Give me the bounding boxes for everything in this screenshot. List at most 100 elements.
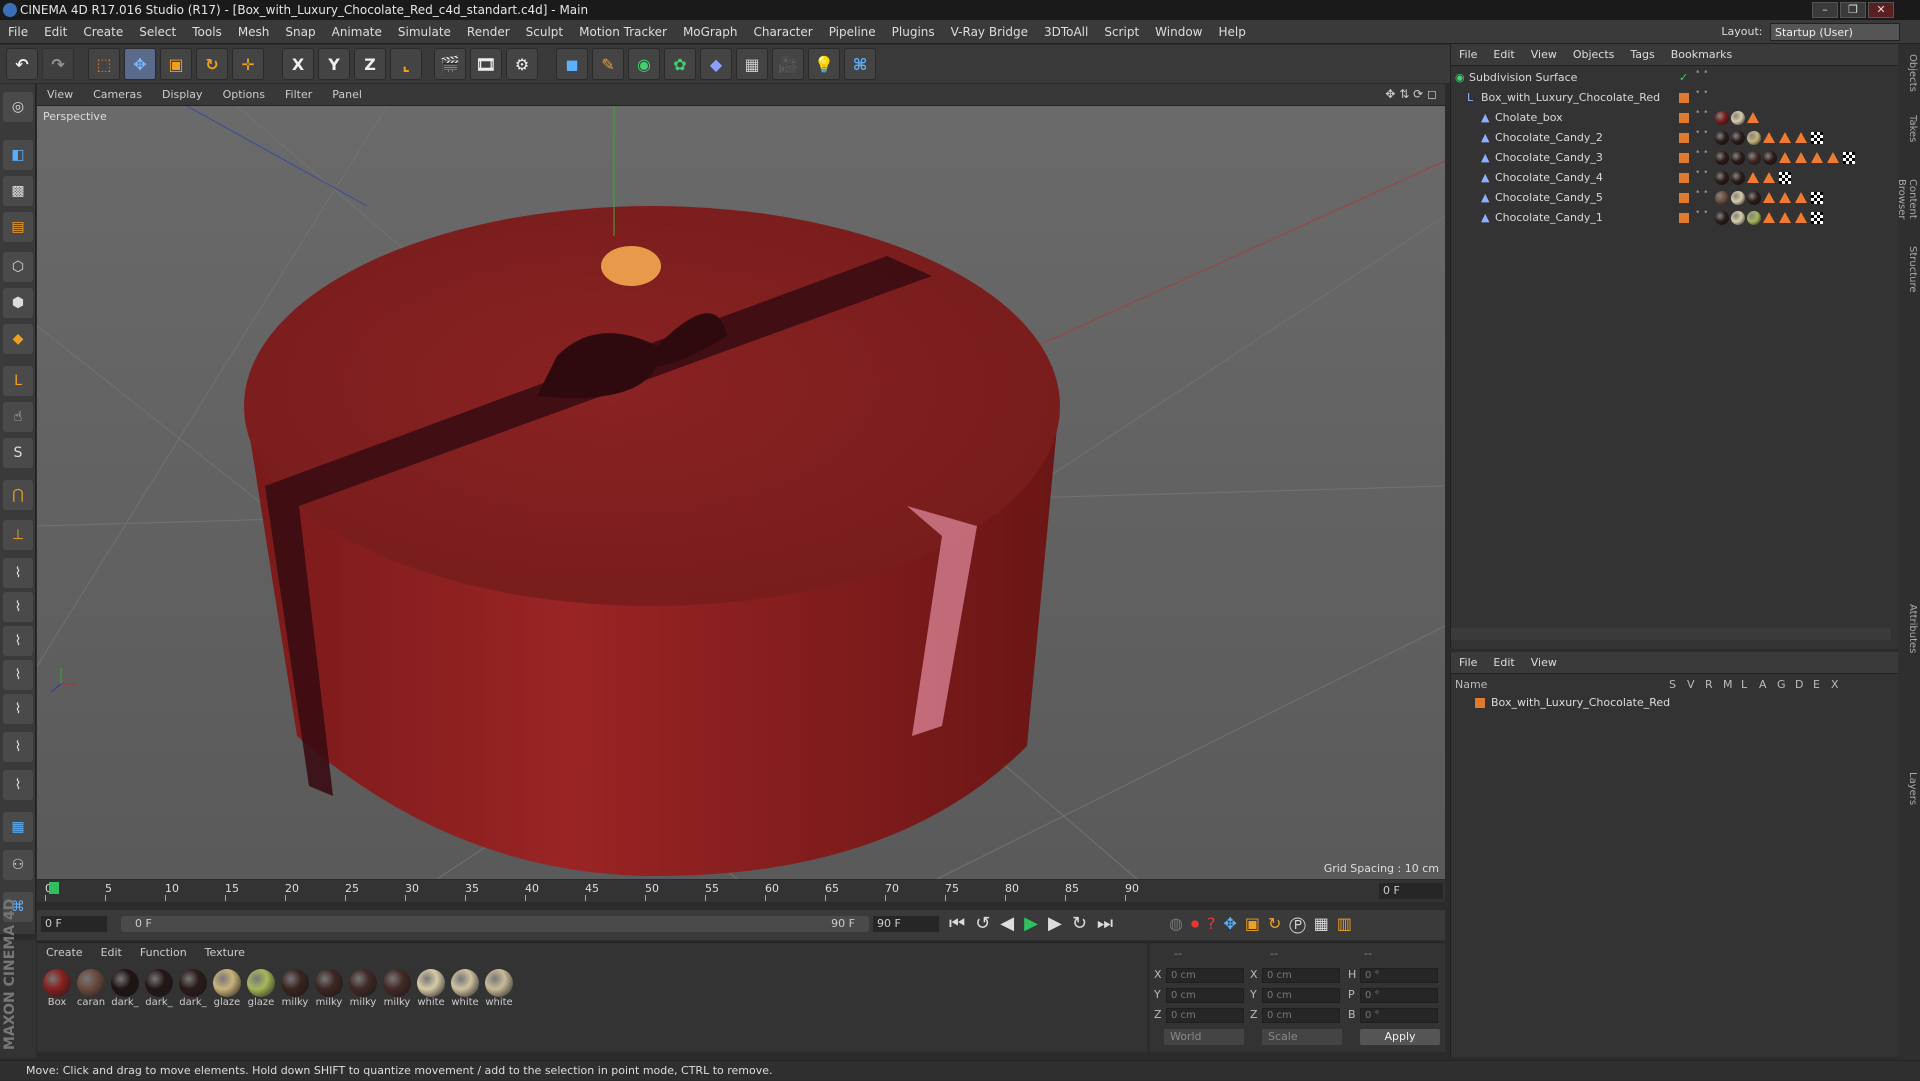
layout-select[interactable]: Startup (User) (1770, 23, 1900, 41)
layer-column-header[interactable]: V (1687, 678, 1695, 691)
minimize-button[interactable]: – (1812, 2, 1838, 18)
next-frame-icon[interactable]: ▶ (1048, 913, 1072, 934)
x-axis-lock-button[interactable]: X (282, 48, 314, 80)
material-swatch[interactable]: white (449, 969, 481, 1008)
layer-column-header[interactable]: A (1759, 678, 1767, 691)
material-tag-icon[interactable] (1731, 211, 1745, 225)
keyframe-controls[interactable]: ◍⏺?✥▣↻Ⓟ▦▥ (1169, 914, 1360, 934)
scale-tool-icon[interactable]: ▣ (160, 48, 192, 80)
menu-simulate[interactable]: Simulate (390, 20, 459, 44)
playback-controls[interactable]: ⏮↺◀▶▶↻⏭ (949, 913, 1123, 934)
material-tag-icon[interactable] (1715, 131, 1729, 145)
coord-field[interactable]: 0 cm (1166, 988, 1244, 1003)
layer-column-header[interactable]: L (1741, 678, 1747, 691)
menu-script[interactable]: Script (1096, 20, 1147, 44)
layer-menu-view[interactable]: View (1523, 652, 1565, 674)
undo-icon[interactable]: ↶ (6, 48, 38, 80)
material-swatch[interactable]: white (483, 969, 515, 1008)
visibility-dots-icon[interactable]: • • (1695, 189, 1708, 198)
key-rotation-icon[interactable]: ↻ (1268, 914, 1289, 933)
go-to-end-icon[interactable]: ⏭ (1097, 913, 1123, 934)
object-menu-edit[interactable]: Edit (1485, 44, 1522, 66)
menu-window[interactable]: Window (1147, 20, 1210, 44)
playhead[interactable] (49, 882, 59, 894)
material-tag-icon[interactable] (1747, 211, 1761, 225)
mograph-cloner-icon[interactable]: ✿ (664, 48, 696, 80)
object-menu-objects[interactable]: Objects (1565, 44, 1623, 66)
material-menu-create[interactable]: Create (37, 943, 92, 963)
uvw-tag-icon[interactable] (1811, 132, 1823, 144)
auto-key-icon[interactable]: ? (1207, 914, 1224, 933)
cube-primitive-icon[interactable]: ◼ (556, 48, 588, 80)
rotate-tool-icon[interactable]: ↻ (196, 48, 228, 80)
object-row[interactable]: ◉ Subdivision Surface ✓ • • (1451, 68, 1899, 88)
visibility-dots-icon[interactable]: • • (1695, 129, 1708, 138)
object-row[interactable]: ▲ Chocolate_Candy_5 • • (1451, 188, 1899, 208)
menu-render[interactable]: Render (459, 20, 518, 44)
material-menu-texture[interactable]: Texture (196, 943, 254, 963)
phong-tag-icon[interactable] (1763, 172, 1775, 183)
visibility-dots-icon[interactable]: • • (1695, 209, 1708, 218)
material-swatch[interactable]: glaze (245, 969, 277, 1008)
layer-column-header[interactable]: M (1723, 678, 1733, 691)
edges-mode-icon[interactable]: ⬢ (3, 288, 33, 318)
material-tag-icon[interactable] (1731, 191, 1745, 205)
object-menu-bookmarks[interactable]: Bookmarks (1663, 44, 1740, 66)
menu-snap[interactable]: Snap (277, 20, 323, 44)
brush-tool-4-icon[interactable]: ⌇ (3, 660, 33, 690)
y-axis-lock-button[interactable]: Y (318, 48, 350, 80)
phong-tag-icon[interactable] (1795, 212, 1807, 223)
subdivision-surface-icon[interactable]: ◉ (628, 48, 660, 80)
deformer-icon[interactable]: ◆ (700, 48, 732, 80)
material-swatch[interactable]: white (415, 969, 447, 1008)
side-tab-objects[interactable]: Objects (1900, 48, 1918, 98)
object-hscrollbar[interactable] (1451, 628, 1891, 640)
menu-3dtoall[interactable]: 3DToAll (1036, 20, 1096, 44)
menu-sculpt[interactable]: Sculpt (518, 20, 571, 44)
floor-icon[interactable]: ▦ (736, 48, 768, 80)
menu-file[interactable]: File (0, 20, 36, 44)
camera-icon[interactable]: 🎥 (772, 48, 804, 80)
play-icon[interactable]: ▶ (1024, 913, 1048, 934)
material-swatch[interactable]: milky (279, 969, 311, 1008)
layer-menu-edit[interactable]: Edit (1485, 652, 1522, 674)
viewport-menu-cameras[interactable]: Cameras (83, 84, 152, 106)
axis-mode-icon[interactable]: L (3, 366, 33, 396)
brush-tool-3-icon[interactable]: ⌇ (3, 626, 33, 656)
texture-mode-icon[interactable]: ▩ (3, 176, 33, 206)
record-icon[interactable]: ⏺ (1191, 914, 1207, 933)
layer-color-dot[interactable] (1679, 153, 1689, 163)
visibility-dots-icon[interactable]: • • (1695, 169, 1708, 178)
coord-field[interactable]: 0 cm (1262, 988, 1340, 1003)
workplane-icon[interactable]: ▤ (3, 212, 33, 242)
magnet-icon[interactable]: ⋂ (3, 480, 33, 510)
side-tab-takes[interactable]: Takes (1900, 104, 1918, 154)
phong-tag-icon[interactable] (1747, 112, 1759, 123)
object-row[interactable]: L Box_with_Luxury_Chocolate_Red • • (1451, 88, 1899, 108)
object-row[interactable]: ▲ Cholate_box • • (1451, 108, 1899, 128)
phong-tag-icon[interactable] (1763, 212, 1775, 223)
close-button[interactable]: ✕ (1868, 2, 1894, 18)
material-tag-icon[interactable] (1715, 111, 1729, 125)
phong-tag-icon[interactable] (1795, 192, 1807, 203)
key-pla-icon[interactable]: ▦ (1314, 914, 1337, 933)
menu-v-ray-bridge[interactable]: V-Ray Bridge (943, 20, 1036, 44)
menu-mesh[interactable]: Mesh (230, 20, 278, 44)
record-disabled-icon[interactable]: ◍ (1169, 914, 1191, 933)
viewport-nav-icons[interactable]: ✥ ⇅ ⟳ ◻ (1385, 87, 1437, 101)
layer-menu-file[interactable]: File (1451, 652, 1485, 674)
polygons-mode-icon[interactable]: ◆ (3, 324, 33, 354)
material-swatch[interactable]: milky (381, 969, 413, 1008)
uvw-tag-icon[interactable] (1811, 212, 1823, 224)
material-swatch[interactable]: milky (313, 969, 345, 1008)
grid-lock-icon[interactable]: ▦ (3, 812, 33, 842)
material-menu-edit[interactable]: Edit (92, 943, 131, 963)
material-swatch[interactable]: glaze (211, 969, 243, 1008)
menu-create[interactable]: Create (75, 20, 131, 44)
uvw-tag-icon[interactable] (1811, 192, 1823, 204)
timeline-ruler[interactable]: 051015202530354045505560657075808590 0 F (37, 880, 1445, 902)
brush-tool-6-icon[interactable]: ⌇ (3, 732, 33, 762)
material-tag-icon[interactable] (1715, 211, 1729, 225)
material-menu-function[interactable]: Function (131, 943, 196, 963)
key-position-icon[interactable]: ✥ (1223, 914, 1244, 933)
